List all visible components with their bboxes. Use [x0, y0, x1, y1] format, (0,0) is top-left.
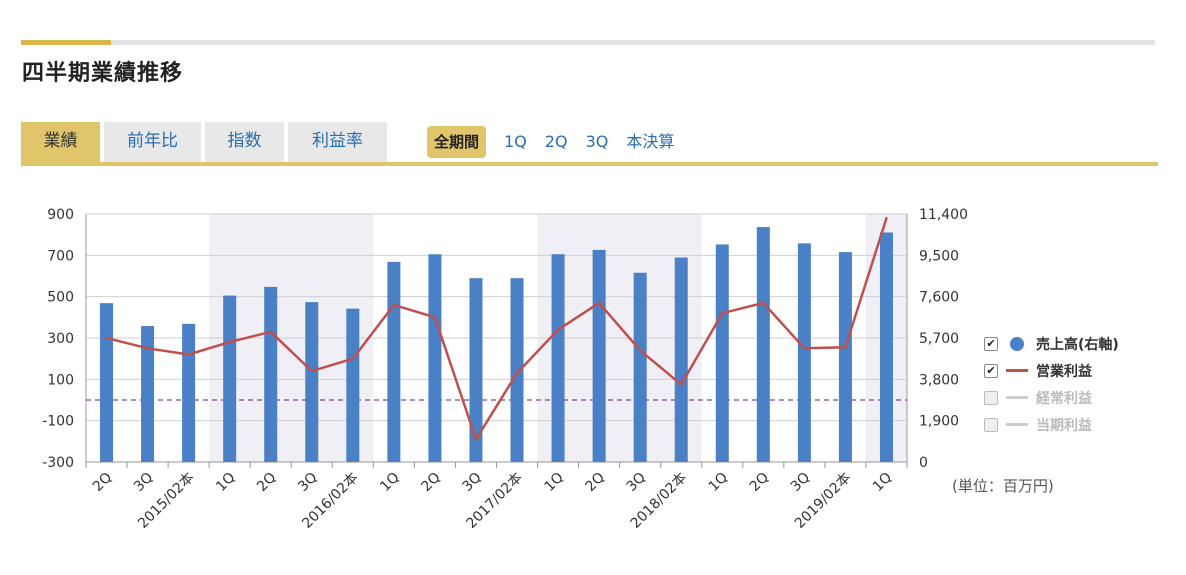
- x-category-label: 2Q: [583, 470, 608, 495]
- operating-profit-point: [433, 316, 437, 319]
- sales-bar: [756, 227, 770, 462]
- circle-marker-icon: [1006, 336, 1028, 351]
- x-category-label: 1Q: [706, 470, 731, 495]
- sales-bar: [264, 286, 278, 462]
- right-tick-label: 5,700: [919, 331, 959, 347]
- x-category-label: 3Q: [459, 470, 484, 495]
- sales-bar: [633, 272, 647, 462]
- x-category-label: 2Q: [90, 470, 115, 495]
- left-tick-label: -300: [42, 455, 74, 471]
- left-tick-label: 300: [47, 331, 74, 347]
- line-marker-icon: [1006, 396, 1028, 399]
- right-tick-label: 0: [919, 455, 928, 471]
- sales-bar: [838, 252, 852, 462]
- right-tick-label: 7,600: [919, 290, 959, 306]
- legend-label: 当期利益: [1036, 417, 1092, 434]
- operating-profit-point: [515, 371, 519, 375]
- operating-profit-point: [638, 349, 642, 352]
- chart-legend: ✔ 売上高(右軸) ✔ 営業利益 経常利益 当期利益: [984, 330, 1119, 438]
- sales-bar: [428, 254, 442, 462]
- x-category-label: 2Q: [747, 470, 772, 495]
- operating-profit-point: [105, 336, 108, 340]
- operating-profit-point: [597, 301, 601, 305]
- operating-profit-point: [762, 301, 765, 305]
- sales-bar: [346, 308, 360, 462]
- sales-bar: [223, 295, 237, 462]
- legend-item-operating-profit[interactable]: ✔ 営業利益: [984, 357, 1119, 384]
- left-tick-label: 700: [47, 248, 74, 264]
- legend-item-net-profit[interactable]: 当期利益: [984, 411, 1119, 438]
- checkbox-icon[interactable]: [984, 390, 998, 405]
- x-category-label: 1Q: [377, 470, 402, 495]
- checkbox-icon[interactable]: ✔: [984, 336, 998, 351]
- right-tick-label: 11,400: [919, 207, 968, 223]
- sales-bar: [510, 278, 524, 462]
- legend-label: 売上高(右軸): [1036, 336, 1119, 353]
- right-tick-label: 1,900: [919, 414, 959, 430]
- operating-profit-point: [474, 438, 478, 441]
- operating-profit-point: [392, 303, 396, 307]
- sales-bar: [469, 278, 483, 462]
- left-tick-label: 100: [47, 372, 74, 388]
- x-category-label: 3Q: [624, 470, 649, 495]
- operating-profit-point: [146, 347, 149, 350]
- operating-profit-point: [844, 346, 847, 349]
- sales-bar: [551, 254, 565, 462]
- unit-note: (単位：百万円): [952, 477, 1054, 495]
- x-category-label: 3Q: [131, 470, 156, 495]
- left-tick-label: 900: [47, 207, 74, 223]
- operating-profit-point: [310, 369, 313, 373]
- x-category-label: 1Q: [870, 470, 895, 495]
- line-marker-icon: [1006, 423, 1028, 426]
- x-category-label: 3Q: [295, 470, 320, 495]
- sales-bar: [797, 243, 811, 462]
- legend-label: 経常利益: [1036, 390, 1092, 407]
- sales-bar: [182, 323, 196, 462]
- sales-bar: [674, 257, 688, 462]
- sales-bar: [592, 249, 606, 462]
- operating-profit-point: [680, 383, 683, 386]
- operating-profit-point: [228, 340, 231, 344]
- checkbox-icon[interactable]: [984, 417, 998, 432]
- x-category-label: 2Q: [418, 470, 443, 495]
- operating-profit-point: [885, 216, 888, 220]
- left-tick-label: 500: [47, 290, 74, 306]
- right-tick-label: 3,800: [919, 372, 959, 388]
- sales-bar: [715, 244, 729, 462]
- sales-bar: [387, 261, 401, 462]
- sales-bar: [879, 232, 893, 462]
- legend-item-ordinary-profit[interactable]: 経常利益: [984, 384, 1119, 411]
- operating-profit-point: [803, 347, 806, 350]
- operating-profit-point: [269, 330, 272, 333]
- operating-profit-point: [187, 353, 190, 356]
- line-marker-icon: [1006, 369, 1028, 372]
- sales-bar: [100, 303, 114, 462]
- sales-bar: [305, 302, 319, 462]
- operating-profit-point: [721, 312, 724, 315]
- operating-profit-point: [556, 328, 560, 331]
- x-category-label: 3Q: [788, 470, 813, 495]
- x-category-label: 1Q: [213, 470, 238, 495]
- checkbox-icon[interactable]: ✔: [984, 363, 998, 378]
- legend-item-sales[interactable]: ✔ 売上高(右軸): [984, 330, 1119, 357]
- right-tick-label: 9,500: [919, 248, 959, 264]
- left-tick-label: -100: [42, 414, 74, 430]
- x-category-label: 2Q: [254, 470, 279, 495]
- legend-label: 営業利益: [1036, 363, 1092, 380]
- operating-profit-point: [351, 357, 355, 360]
- x-category-label: 1Q: [541, 470, 566, 495]
